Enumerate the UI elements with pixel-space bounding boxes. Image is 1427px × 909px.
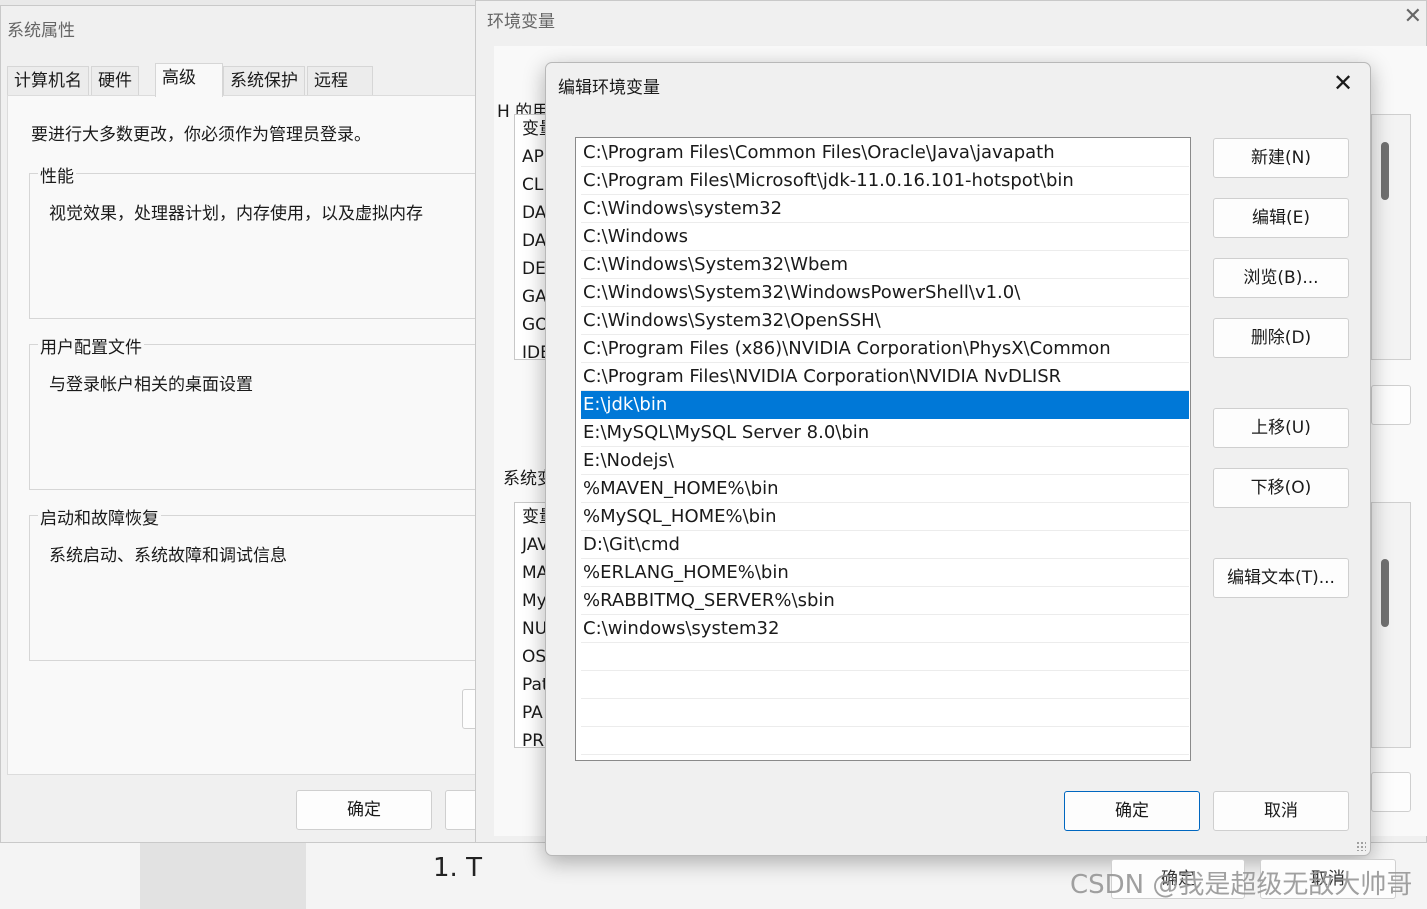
path-item[interactable]: %ERLANG_HOME%\bin — [581, 559, 1189, 587]
move-down-button[interactable]: 下移(O) — [1213, 468, 1349, 508]
path-item[interactable]: C:\Windows\System32\WindowsPowerShell\v1… — [581, 279, 1189, 307]
path-item[interactable]: C:\Program Files (x86)\NVIDIA Corporatio… — [581, 335, 1189, 363]
edit-button[interactable]: 编辑(E) — [1213, 198, 1349, 238]
startup-recovery-group: 启动和故障恢复 系统启动、系统故障和调试信息 — [29, 504, 477, 661]
tab-advanced[interactable]: 高级 — [155, 63, 223, 97]
dialog-title: 编辑环境变量 — [558, 78, 660, 98]
resize-grip-icon[interactable] — [1356, 841, 1366, 851]
startup-recovery-desc: 系统启动、系统故障和调试信息 — [49, 546, 287, 566]
browse-button[interactable]: 浏览(B)... — [1213, 258, 1349, 298]
scroll-thumb[interactable] — [1381, 559, 1389, 627]
path-item[interactable]: C:\Windows\system32 — [581, 195, 1189, 223]
path-item[interactable]: %MySQL_HOME%\bin — [581, 503, 1189, 531]
user-profiles-label: 用户配置文件 — [38, 333, 144, 358]
window-title: 环境变量 — [487, 12, 555, 32]
path-item[interactable]: C:\Windows\System32\Wbem — [581, 251, 1189, 279]
tab-remote[interactable]: 远程 — [307, 66, 373, 96]
path-item[interactable]: C:\Windows\System32\OpenSSH\ — [581, 307, 1189, 335]
tab-hardware[interactable]: 硬件 — [91, 66, 139, 96]
path-item[interactable]: C:\Program Files\Common Files\Oracle\Jav… — [581, 139, 1189, 167]
empty-row[interactable] — [581, 671, 1189, 699]
system-properties-window: 系统属性 计算机名 硬件 高级 系统保护 远程 要进行大多数更改，你必须作为管理… — [0, 5, 485, 843]
path-item[interactable]: C:\Program Files\Microsoft\jdk-11.0.16.1… — [581, 167, 1189, 195]
admin-note: 要进行大多数更改，你必须作为管理员登录。 — [31, 125, 371, 145]
document-heading-fragment: 1. T — [433, 853, 482, 883]
path-item[interactable]: %RABBITMQ_SERVER%\sbin — [581, 587, 1189, 615]
user-profiles-desc: 与登录帐户相关的桌面设置 — [49, 375, 253, 395]
empty-row[interactable] — [581, 727, 1189, 755]
cancel-button[interactable]: 取消 — [1213, 791, 1349, 831]
edit-env-variable-dialog: 编辑环境变量 ✕ C:\Program Files\Common Files\O… — [545, 62, 1371, 856]
watermark: CSDN @我是超级无敌大帅哥 — [1070, 870, 1413, 900]
close-icon[interactable]: ✕ — [1333, 69, 1353, 97]
close-icon[interactable]: ✕ — [1404, 4, 1422, 29]
path-item[interactable]: C:\Windows — [581, 223, 1189, 251]
system-list-scrollbar[interactable] — [1371, 502, 1411, 748]
system-list-action-button[interactable] — [1371, 772, 1411, 812]
tab-bar: 计算机名 硬件 高级 系统保护 远程 — [7, 63, 477, 97]
performance-label: 性能 — [38, 162, 76, 187]
user-list-scrollbar[interactable] — [1371, 114, 1411, 360]
ok-button[interactable]: 确定 — [296, 790, 432, 830]
performance-group: 性能 视觉效果，处理器计划，内存使用，以及虚拟内存 — [29, 162, 477, 319]
path-item[interactable]: %MAVEN_HOME%\bin — [581, 475, 1189, 503]
empty-row[interactable] — [581, 643, 1189, 671]
path-item[interactable]: C:\Program Files\NVIDIA Corporation\NVID… — [581, 363, 1189, 391]
performance-desc: 视觉效果，处理器计划，内存使用，以及虚拟内存 — [49, 204, 423, 224]
tab-system-protection[interactable]: 系统保护 — [223, 66, 305, 96]
new-button[interactable]: 新建(N) — [1213, 138, 1349, 178]
path-item[interactable]: E:\MySQL\MySQL Server 8.0\bin — [581, 419, 1189, 447]
path-item[interactable]: D:\Git\cmd — [581, 531, 1189, 559]
edit-text-button[interactable]: 编辑文本(T)... — [1213, 558, 1349, 598]
delete-button[interactable]: 删除(D) — [1213, 318, 1349, 358]
scroll-thumb[interactable] — [1381, 142, 1389, 200]
user-profiles-group: 用户配置文件 与登录帐户相关的桌面设置 — [29, 333, 477, 490]
path-item-selected[interactable]: E:\jdk\bin — [581, 391, 1189, 419]
startup-recovery-label: 启动和故障恢复 — [38, 504, 161, 529]
ok-button[interactable]: 确定 — [1064, 791, 1200, 831]
user-list-action-button[interactable] — [1371, 385, 1411, 425]
tab-computer-name[interactable]: 计算机名 — [7, 66, 89, 96]
path-item[interactable]: E:\Nodejs\ — [581, 447, 1189, 475]
window-title: 系统属性 — [7, 21, 75, 41]
move-up-button[interactable]: 上移(U) — [1213, 408, 1349, 448]
path-list[interactable]: C:\Program Files\Common Files\Oracle\Jav… — [575, 137, 1191, 761]
path-item[interactable]: C:\windows\system32 — [581, 615, 1189, 643]
empty-row[interactable] — [581, 699, 1189, 727]
